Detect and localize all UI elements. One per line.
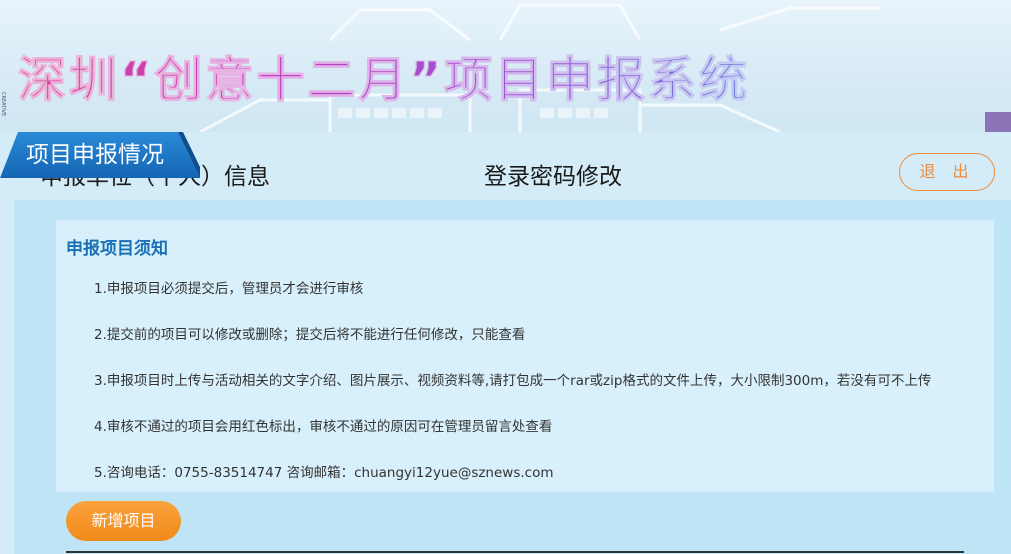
notice-item: 1.申报项目必须提交后，管理员才会进行审核 (94, 281, 364, 297)
notice-box (56, 220, 994, 492)
logout-button[interactable]: 退 出 (899, 153, 995, 191)
tab-project-status[interactable]: 项目申报情况 (0, 132, 200, 178)
tab-project-status-label: 项目申报情况 (26, 142, 164, 168)
system-title: 深圳“创意十二月”项目申报系统 (17, 40, 750, 110)
notice-title: 申报项目须知 (66, 239, 168, 259)
header-banner: 深圳“创意十二月”项目申报系统 CREATIVE (0, 0, 1011, 132)
tab-change-password[interactable]: 登录密码修改 (484, 154, 622, 200)
tab-bar: 申报单位（个人）信息 项目申报情况 登录密码修改 退 出 (0, 132, 1011, 200)
notice-item: 3.申报项目时上传与活动相关的文字介绍、图片展示、视频资料等,请打包成一个rar… (94, 373, 932, 389)
notice-item: 4.审核不通过的项目会用红色标出，审核不通过的原因可在管理员留言处查看 (94, 419, 553, 435)
table-top-border (66, 551, 964, 553)
notice-item: 5.咨询电话：0755-83514747 咨询邮箱：chuangyi12yue@… (94, 465, 554, 481)
corner-decoration (985, 112, 1011, 132)
add-project-button[interactable]: 新增项目 (66, 501, 181, 541)
logo-side-text: CREATIVE (0, 92, 6, 117)
notice-item: 2.提交前的项目可以修改或删除；提交后将不能进行任何修改，只能查看 (94, 327, 526, 343)
